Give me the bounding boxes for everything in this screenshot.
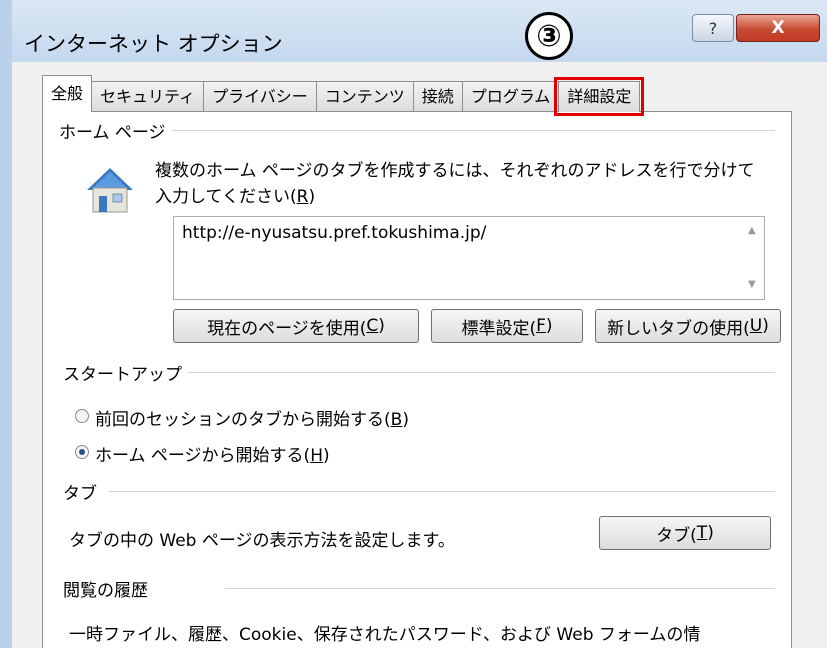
browsing-history-group-label: 閲覧の履歴 bbox=[63, 576, 154, 601]
scroll-up-icon[interactable]: ▲ bbox=[748, 225, 756, 236]
use-new-tab-button[interactable]: 新しいタブの使用(U) bbox=[595, 309, 781, 343]
home-page-url-value: http://e-nyusatsu.pref.tokushima.jp/ bbox=[182, 223, 487, 243]
window-title: インターネット オプション bbox=[24, 32, 283, 56]
group-divider bbox=[225, 588, 775, 589]
group-divider bbox=[163, 130, 775, 131]
group-divider bbox=[183, 372, 775, 373]
startup-group-label: スタートアップ bbox=[63, 360, 188, 385]
startup-option-last-session-radio[interactable] bbox=[75, 409, 89, 423]
scroll-down-icon[interactable]: ▼ bbox=[748, 279, 756, 290]
home-page-description-line2: 入力してください(R) bbox=[155, 187, 316, 207]
home-icon bbox=[87, 168, 133, 213]
tab-connections[interactable]: 接続 bbox=[412, 81, 463, 112]
step-marker: ③ bbox=[525, 12, 573, 60]
window-border-left bbox=[0, 0, 12, 648]
startup-option-home-page-label[interactable]: ホーム ページから開始する(H) bbox=[95, 441, 330, 466]
close-button[interactable]: X bbox=[736, 14, 820, 42]
home-page-url-field[interactable]: http://e-nyusatsu.pref.tokushima.jp/ ▲ ▼ bbox=[173, 216, 765, 300]
home-page-group-label: ホーム ページ bbox=[59, 118, 172, 143]
internet-options-dialog: インターネット オプション ? X 全般 セキュリティ プライバシー コンテンツ… bbox=[0, 0, 827, 648]
tab-content[interactable]: コンテンツ bbox=[315, 81, 414, 112]
tab-general[interactable]: 全般 bbox=[42, 75, 93, 112]
tabs-settings-button[interactable]: タブ(T) bbox=[599, 516, 771, 550]
tab-advanced[interactable]: 詳細設定 bbox=[554, 77, 645, 116]
tab-programs[interactable]: プログラム bbox=[461, 81, 560, 112]
startup-option-home-page-radio[interactable] bbox=[75, 445, 89, 459]
title-bar: インターネット オプション ? X bbox=[0, 0, 827, 62]
dialog-panel: 全般 セキュリティ プライバシー コンテンツ 接続 プログラム 詳細設定 ホーム… bbox=[12, 62, 827, 648]
tab-strip: 全般 セキュリティ プライバシー コンテンツ 接続 プログラム 詳細設定 bbox=[42, 74, 645, 116]
tab-privacy[interactable]: プライバシー bbox=[203, 81, 317, 112]
group-divider bbox=[109, 491, 775, 492]
general-tab-content: ホーム ページ 複数のホーム ページのタブを作成するには、それぞれのアドレスを行… bbox=[42, 111, 792, 648]
use-current-page-button[interactable]: 現在のページを使用(C) bbox=[173, 309, 419, 343]
tabs-group-label: タブ bbox=[63, 479, 103, 504]
use-default-button[interactable]: 標準設定(F) bbox=[431, 309, 583, 343]
tab-security[interactable]: セキュリティ bbox=[91, 81, 205, 112]
tabs-description: タブの中の Web ページの表示方法を設定します。 bbox=[69, 531, 455, 551]
help-button[interactable]: ? bbox=[692, 14, 734, 42]
browsing-history-description: 一時ファイル、履歴、Cookie、保存されたパスワード、および Web フォーム… bbox=[69, 625, 701, 645]
home-page-description-line1: 複数のホーム ページのタブを作成するには、それぞれのアドレスを行で分けて bbox=[155, 161, 755, 181]
url-field-scrollbar[interactable]: ▲ ▼ bbox=[744, 217, 764, 299]
startup-option-last-session-label[interactable]: 前回のセッションのタブから開始する(B) bbox=[95, 405, 409, 430]
